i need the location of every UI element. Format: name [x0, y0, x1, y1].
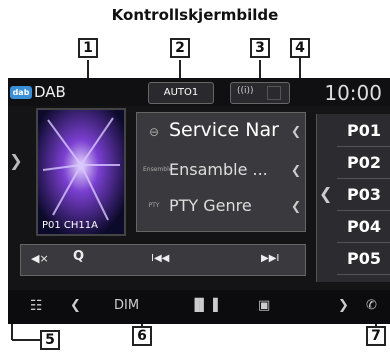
previous-icon[interactable]: I◀◀: [151, 253, 169, 264]
pty-genre: PTY Genre: [169, 196, 252, 215]
callout-1: 1: [78, 38, 98, 58]
clock: 10:00: [324, 81, 382, 105]
service-name: Service Nar: [169, 119, 279, 141]
antenna-icon: [267, 86, 281, 100]
dim-button[interactable]: DIM: [114, 298, 139, 313]
mute-icon[interactable]: ◀×: [31, 252, 49, 265]
chevron-left-icon: ❮: [290, 163, 301, 177]
callout-3: 3: [250, 38, 270, 58]
preset-channel-caption: P01 CH11A: [42, 220, 99, 231]
status-bar: dab DAB AUTO1 ((i)) 10:00: [8, 78, 390, 106]
chevron-left-icon[interactable]: ❯: [8, 123, 24, 198]
chevron-right-icon[interactable]: ❯: [338, 298, 349, 313]
pty-row[interactable]: PTY PTY Genre ❮: [137, 193, 305, 221]
preset-button[interactable]: P03: [337, 180, 390, 211]
callout-6: 6: [132, 326, 152, 346]
callout-7: 7: [366, 326, 386, 346]
screen-switch-icon[interactable]: ▣: [258, 298, 270, 313]
grid-menu-icon[interactable]: ☷: [30, 298, 43, 314]
preset-button[interactable]: P01: [337, 116, 390, 147]
source-name: DAB: [34, 83, 66, 101]
callout-2: 2: [170, 38, 190, 58]
page-title: Kontrollskjermbilde: [111, 6, 279, 24]
dab-logo: dab: [10, 86, 32, 99]
album-art-image: [38, 110, 124, 234]
next-icon[interactable]: ▶▶I: [261, 253, 279, 264]
station-info-panel: ⊖ Service Nar ❮ Ensemble Ensamble ... ❮ …: [136, 112, 306, 232]
chevron-left-icon[interactable]: ❮: [319, 184, 332, 203]
search-icon[interactable]: Q: [73, 249, 84, 264]
signal-indicator: ((i)): [230, 82, 290, 104]
chevron-left-icon[interactable]: ❮: [70, 298, 81, 313]
auto-mode-button[interactable]: AUTO1: [148, 82, 214, 104]
chevron-left-icon: ❮: [290, 124, 301, 138]
callout-4: 4: [290, 38, 310, 58]
album-art[interactable]: P01 CH11A: [36, 108, 126, 236]
service-row[interactable]: ⊖ Service Nar ❮: [137, 119, 305, 147]
pty-tag: PTY: [148, 202, 160, 209]
callout-5: 5: [40, 330, 60, 350]
preset-button[interactable]: P04: [337, 212, 390, 243]
control-bar: ◀× Q I◀◀ ▶▶I: [20, 244, 306, 276]
ensemble-row[interactable]: Ensemble Ensamble ... ❮: [137, 157, 305, 185]
signal-icon: ((i)): [237, 86, 254, 96]
bottom-bar: ☷ ❮ DIM ▐▌▐ ▣ ❯ ✆: [8, 290, 390, 324]
head-unit-screen: dab DAB AUTO1 ((i)) 10:00 ❯ P01 CH11A ⊖ …: [8, 78, 390, 324]
chevron-left-icon: ❮: [290, 199, 301, 213]
ensemble-tag: Ensemble: [143, 166, 173, 173]
preset-button[interactable]: P02: [337, 148, 390, 179]
service-icon: ⊖: [148, 125, 160, 139]
ensemble-name: Ensamble ...: [169, 160, 268, 179]
phone-icon[interactable]: ✆: [366, 298, 377, 313]
equalizer-icon[interactable]: ▐▌▐: [190, 298, 218, 312]
preset-button[interactable]: P05: [337, 244, 390, 275]
preset-list: ❮ P01 P02 P03 P04 P05: [316, 114, 390, 282]
